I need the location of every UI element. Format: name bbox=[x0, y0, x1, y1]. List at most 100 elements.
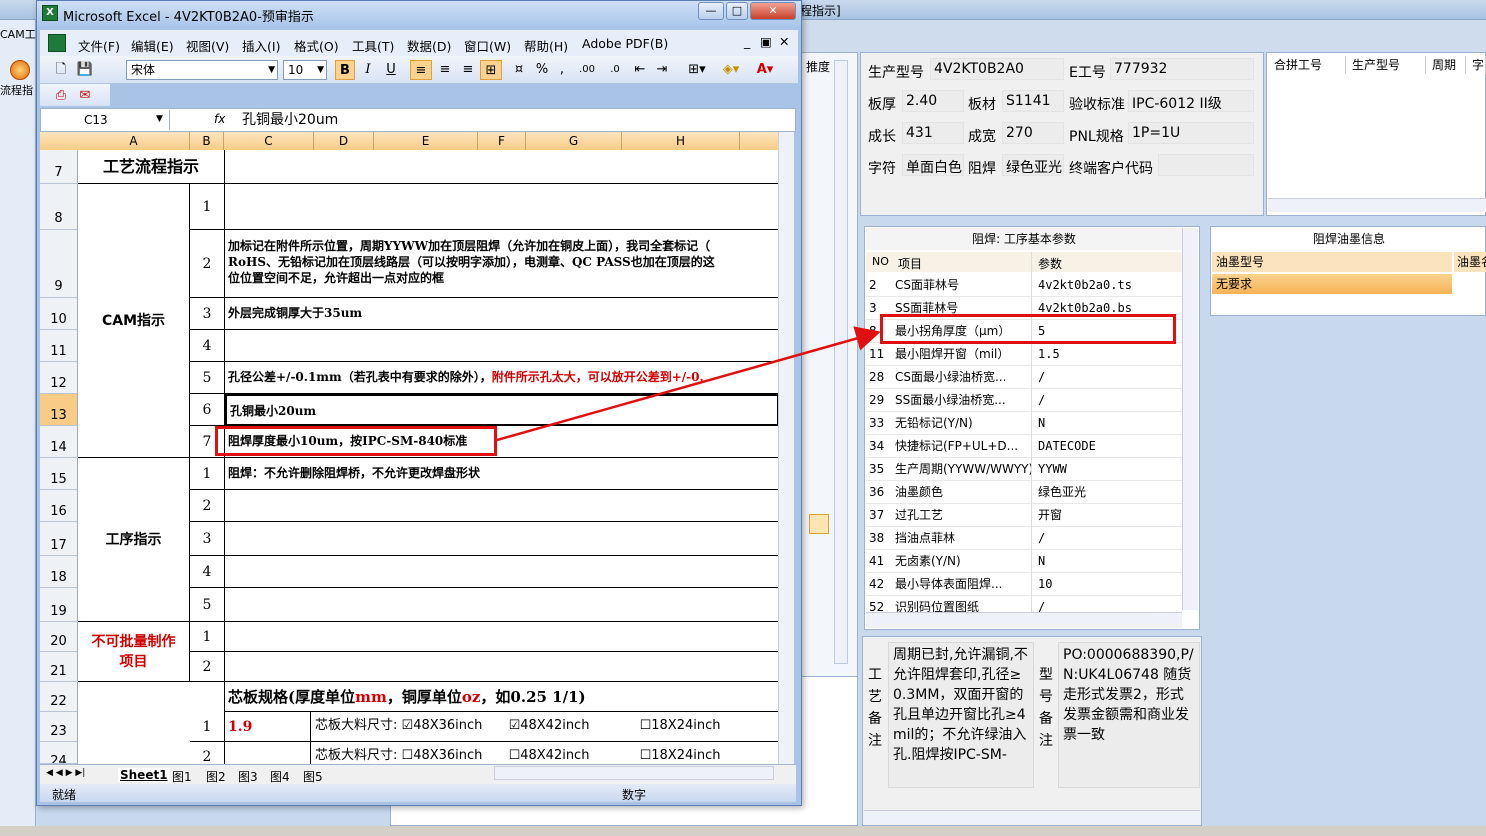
col-header-g[interactable]: G bbox=[526, 132, 622, 150]
new-document-icon[interactable]: 🗋 bbox=[52, 60, 70, 80]
merge-list[interactable] bbox=[1266, 52, 1486, 216]
cam-num-6[interactable]: 6 bbox=[190, 394, 225, 426]
decrease-indent-icon[interactable]: ⇤ bbox=[630, 60, 650, 80]
row-header-21[interactable]: 21 bbox=[40, 652, 78, 682]
doc-restore-button[interactable]: ▣ bbox=[760, 34, 772, 49]
param-row[interactable]: 37 过孔工艺 开窗 bbox=[866, 504, 1182, 527]
maximize-button[interactable]: □ bbox=[726, 2, 748, 20]
no-mass-item-1[interactable] bbox=[225, 622, 779, 652]
formula-input[interactable]: 孔铜最小20um bbox=[242, 110, 338, 130]
cam-item-5[interactable]: 孔径公差+/-0.1mm（若孔表中有要求的除外），附件所示孔太大，可以放开公差到… bbox=[225, 362, 779, 394]
menu-format[interactable]: 格式(O) bbox=[294, 36, 339, 55]
param-row[interactable]: 34 快捷标记(FP+UL+D... DATECODE bbox=[866, 435, 1182, 458]
row-header-23[interactable]: 23 bbox=[40, 712, 78, 742]
step-item-5[interactable] bbox=[225, 588, 779, 622]
col-header-e[interactable]: E bbox=[374, 132, 478, 150]
checkbox-empty-icon[interactable]: ☐ bbox=[402, 748, 414, 763]
cam-item-3[interactable]: 外层完成铜厚大于35um bbox=[225, 298, 779, 330]
bold-button[interactable]: B bbox=[335, 60, 355, 80]
ink-name-header[interactable]: 油墨名 bbox=[1454, 252, 1486, 272]
param-horizontal-scrollbar[interactable] bbox=[866, 612, 1182, 628]
decrease-decimal-icon[interactable]: .0 bbox=[602, 60, 628, 80]
row-header-12[interactable]: 12 bbox=[40, 362, 78, 394]
row-header-9[interactable]: 9 bbox=[40, 230, 78, 298]
step-item-2[interactable] bbox=[225, 490, 779, 522]
merge-header-model[interactable]: 生产型号 bbox=[1346, 56, 1426, 74]
core-num-2[interactable]: 2 bbox=[190, 742, 225, 764]
font-size-select[interactable]: 10 ▼ bbox=[283, 60, 327, 80]
checkbox-empty-icon[interactable]: ☐ bbox=[509, 748, 521, 763]
tab-sheet1[interactable]: Sheet1 bbox=[118, 768, 170, 782]
thickness-field[interactable]: 2.40 bbox=[902, 90, 964, 112]
align-center-icon[interactable]: ≡ bbox=[434, 60, 456, 80]
model-field[interactable]: 4V2KT0B2A0 bbox=[930, 58, 1064, 80]
row-header-8[interactable]: 8 bbox=[40, 184, 78, 230]
param-row[interactable]: 11 最小阻焊开窗（mil） 1.5 bbox=[866, 343, 1182, 366]
param-row[interactable]: 35 生产周期(YYWW/WWYY) YYWW bbox=[866, 458, 1182, 481]
col-header-d[interactable]: D bbox=[314, 132, 374, 150]
param-row[interactable]: 33 无铅标记(Y/N) N bbox=[866, 412, 1182, 435]
row-header-18[interactable]: 18 bbox=[40, 556, 78, 588]
step-num-5[interactable]: 5 bbox=[190, 588, 225, 622]
row-header-19[interactable]: 19 bbox=[40, 588, 78, 622]
tab-fig4[interactable]: 图4 bbox=[270, 768, 290, 785]
pnl-field[interactable]: 1P=1U bbox=[1128, 122, 1254, 144]
standard-field[interactable]: IPC-6012 II级 bbox=[1128, 90, 1254, 112]
ink-model-header[interactable]: 油墨型号 bbox=[1212, 252, 1452, 272]
step-section-cell[interactable]: 工序指示 bbox=[78, 458, 190, 622]
underline-button[interactable]: U bbox=[381, 60, 401, 80]
minimize-button[interactable]: — bbox=[698, 2, 724, 20]
checkbox-empty-icon[interactable]: ☐ bbox=[640, 718, 652, 733]
tab-fig1[interactable]: 图1 bbox=[172, 768, 192, 785]
chevron-down-icon[interactable]: ▼ bbox=[156, 114, 163, 124]
param-row[interactable]: 36 油墨颜色 绿色亚光 bbox=[866, 481, 1182, 504]
percent-icon[interactable]: % bbox=[532, 60, 552, 80]
cam-num-1[interactable]: 1 bbox=[190, 184, 225, 230]
silkscreen-field[interactable]: 单面白色 bbox=[902, 154, 964, 176]
core-thickness-cell[interactable]: 1.9 bbox=[225, 712, 311, 742]
close-button[interactable]: ✕ bbox=[750, 2, 796, 20]
cam-num-3[interactable]: 3 bbox=[190, 298, 225, 330]
merge-header-cycle[interactable]: 周期 bbox=[1426, 56, 1466, 74]
param-header-value[interactable]: 参数 bbox=[1038, 255, 1062, 272]
core-num-1[interactable]: 1 bbox=[190, 712, 225, 742]
sheet-nav-arrows[interactable]: ◀ ◀ ▶ ▶| bbox=[46, 768, 85, 778]
align-left-icon[interactable]: ≡ bbox=[410, 60, 432, 80]
col-header-b[interactable]: B bbox=[190, 132, 224, 150]
param-header-no[interactable]: NO bbox=[872, 255, 889, 268]
row-header-13[interactable]: 13 bbox=[40, 394, 78, 426]
workbook-icon[interactable] bbox=[48, 34, 66, 52]
core-size-row-2[interactable]: 芯板大料尺寸: ☐48X36inch ☐48X42inch ☐18X24inch bbox=[311, 742, 779, 764]
chevron-down-icon[interactable]: ▼ bbox=[268, 61, 275, 79]
no-mass-num-1[interactable]: 1 bbox=[190, 622, 225, 652]
fill-color-icon[interactable]: ◈▾ bbox=[716, 60, 746, 80]
param-row[interactable]: 2 CS面菲林号 4v2kt0b2a0.ts bbox=[866, 274, 1182, 297]
row-header-16[interactable]: 16 bbox=[40, 490, 78, 522]
col-header-a[interactable]: A bbox=[78, 132, 190, 150]
eno-field[interactable]: 777932 bbox=[1110, 58, 1254, 80]
increase-indent-icon[interactable]: ⇥ bbox=[652, 60, 672, 80]
material-field[interactable]: S1141 bbox=[1002, 90, 1064, 112]
row-header-15[interactable]: 15 bbox=[40, 458, 78, 490]
font-color-icon[interactable]: A▾ bbox=[750, 60, 780, 80]
model-remark-text[interactable]: PO:0000688390,P/N:UK4L06748 随货走形式发票2，形式发… bbox=[1058, 642, 1200, 788]
menu-tools[interactable]: 工具(T) bbox=[352, 36, 394, 55]
row-header-24[interactable]: 24 bbox=[40, 742, 78, 764]
param-row[interactable]: 28 CS面最小绿油桥宽... / bbox=[866, 366, 1182, 389]
cam-item-2[interactable]: 加标记在附件所示位置，周期YYWW加在顶层阻焊（允许加在铜皮上面），我司全套标记… bbox=[225, 230, 779, 298]
currency-icon[interactable]: ¤ bbox=[508, 60, 530, 80]
step-item-1[interactable]: 阻焊：不允许删除阻焊桥，不允许更改焊盘形状 bbox=[225, 458, 779, 490]
cam-section-cell[interactable]: CAM指示 bbox=[78, 184, 190, 458]
menu-file[interactable]: 文件(F) bbox=[78, 36, 120, 55]
menu-insert[interactable]: 插入(I) bbox=[242, 36, 280, 55]
borders-icon[interactable]: ⊞▾ bbox=[682, 60, 712, 80]
step-item-4[interactable] bbox=[225, 556, 779, 588]
function-icon[interactable]: fx bbox=[214, 112, 225, 126]
row-header-20[interactable]: 20 bbox=[40, 622, 78, 652]
param-header-item[interactable]: 项目 bbox=[898, 255, 922, 272]
soldermask-field[interactable]: 绿色亚光 bbox=[1002, 154, 1064, 176]
pdf-convert-icon[interactable]: ⎙ bbox=[52, 86, 70, 106]
menu-window[interactable]: 窗口(W) bbox=[464, 36, 511, 55]
sheet-horizontal-scrollbar[interactable] bbox=[494, 766, 774, 780]
step-item-3[interactable] bbox=[225, 522, 779, 556]
